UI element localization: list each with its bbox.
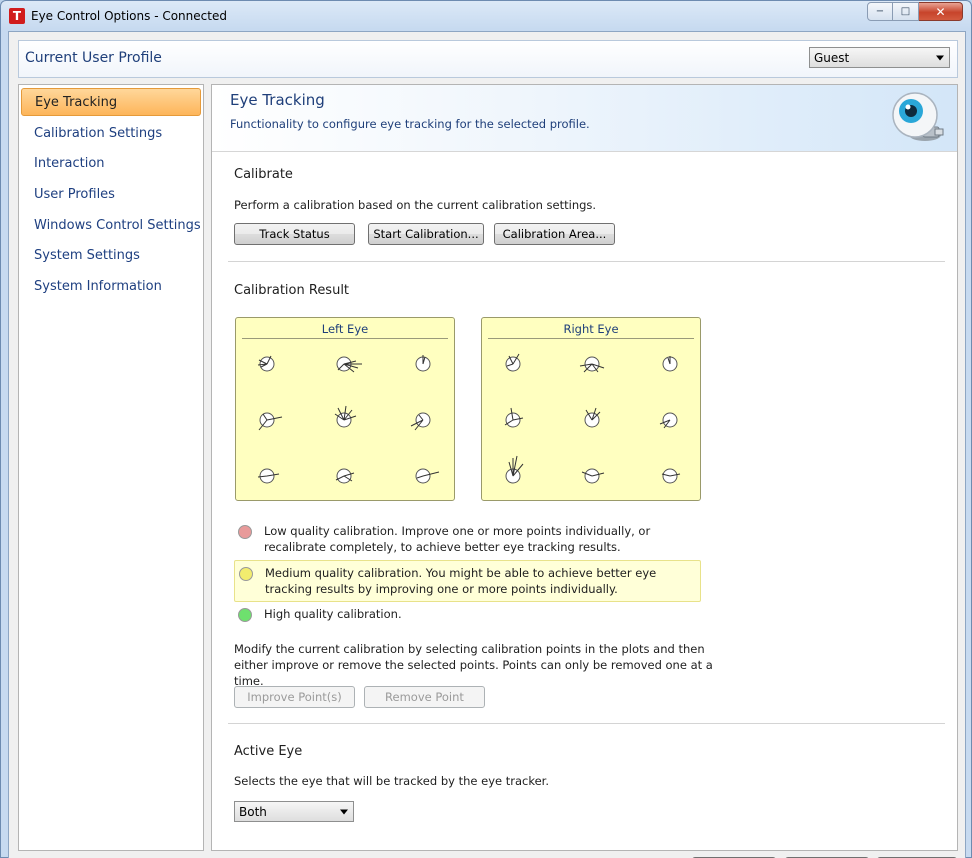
close-button[interactable]: ✕ (919, 2, 963, 21)
window-title: Eye Control Options - Connected (31, 9, 227, 23)
caption-buttons: − □ ✕ (867, 2, 963, 21)
right-eye-calibration-points[interactable] (482, 340, 702, 500)
calibrate-description: Perform a calibration based on the curre… (234, 198, 597, 212)
sidebar-item-label: System Information (34, 278, 162, 294)
medium-quality-row: Medium quality calibration. You might be… (234, 560, 701, 602)
sidebar-item-user-profiles[interactable]: User Profiles (21, 180, 201, 208)
sidebar-item-system-information[interactable]: System Information (21, 272, 201, 300)
start-calibration-button[interactable]: Start Calibration... (368, 223, 484, 245)
panel-header: Eye Tracking Functionality to configure … (212, 85, 957, 152)
medium-quality-text: Medium quality calibration. You might be… (265, 566, 657, 596)
sidebar-item-label: User Profiles (34, 186, 115, 202)
client-area: Current User Profile Guest Eye Tracking … (8, 31, 966, 858)
sidebar-item-windows-control-settings[interactable]: Windows Control Settings (21, 211, 201, 239)
sidebar-item-label: System Settings (34, 247, 140, 263)
high-quality-row: High quality calibration. (234, 602, 701, 626)
active-eye-select[interactable]: Both (234, 801, 354, 822)
sidebar-item-system-settings[interactable]: System Settings (21, 241, 201, 269)
profile-label: Current User Profile (25, 50, 162, 66)
remove-point-button[interactable]: Remove Point (364, 686, 485, 708)
section-divider (228, 723, 945, 724)
calibration-result-title: Calibration Result (234, 283, 350, 298)
profile-bar: Current User Profile Guest (18, 40, 958, 78)
left-eye-plot[interactable]: Left Eye (235, 317, 455, 501)
app-window: T Eye Control Options - Connected − □ ✕ … (0, 0, 972, 858)
main-panel: Eye Tracking Functionality to configure … (211, 84, 958, 851)
sidebar-item-label: Windows Control Settings (34, 217, 201, 233)
low-quality-text: Low quality calibration. Improve one or … (264, 524, 651, 554)
active-eye-title: Active Eye (234, 744, 303, 759)
right-eye-plot-title: Right Eye (488, 322, 694, 339)
calibration-area-button[interactable]: Calibration Area... (494, 223, 615, 245)
sidebar-item-label: Eye Tracking (35, 94, 118, 110)
high-quality-indicator (238, 608, 252, 622)
improve-points-button[interactable]: Improve Point(s) (234, 686, 355, 708)
chevron-down-icon (936, 55, 944, 60)
sidebar-item-interaction[interactable]: Interaction (21, 149, 201, 177)
sidebar-item-label: Calibration Settings (34, 125, 163, 141)
profile-select[interactable]: Guest (809, 47, 950, 68)
left-eye-calibration-points[interactable] (236, 340, 456, 500)
left-eye-plot-title: Left Eye (242, 322, 448, 339)
medium-quality-indicator (239, 567, 253, 581)
active-eye-select-value: Both (239, 804, 267, 819)
eye-tracker-icon (892, 92, 944, 141)
profile-select-value: Guest (814, 50, 850, 65)
active-eye-description: Selects the eye that will be tracked by … (234, 774, 549, 788)
sidebar-nav: Eye Tracking Calibration Settings Intera… (18, 84, 204, 851)
page-title: Eye Tracking (230, 91, 325, 109)
section-divider (228, 261, 945, 262)
app-icon: T (9, 8, 25, 24)
page-subtitle: Functionality to configure eye tracking … (230, 117, 590, 131)
calibrate-title: Calibrate (234, 167, 293, 182)
sidebar-item-calibration-settings[interactable]: Calibration Settings (21, 119, 201, 147)
modify-calibration-text: Modify the current calibration by select… (234, 642, 713, 688)
high-quality-text: High quality calibration. (264, 607, 402, 621)
right-eye-plot[interactable]: Right Eye (481, 317, 701, 501)
sidebar-item-label: Interaction (34, 155, 105, 171)
maximize-button[interactable]: □ (893, 2, 919, 21)
low-quality-indicator (238, 525, 252, 539)
chevron-down-icon (340, 809, 348, 814)
sidebar-item-eye-tracking[interactable]: Eye Tracking (21, 88, 201, 116)
minimize-button[interactable]: − (867, 2, 893, 21)
low-quality-row: Low quality calibration. Improve one or … (234, 519, 701, 559)
track-status-button[interactable]: Track Status (234, 223, 355, 245)
title-bar[interactable]: T Eye Control Options - Connected − □ ✕ (1, 1, 971, 31)
